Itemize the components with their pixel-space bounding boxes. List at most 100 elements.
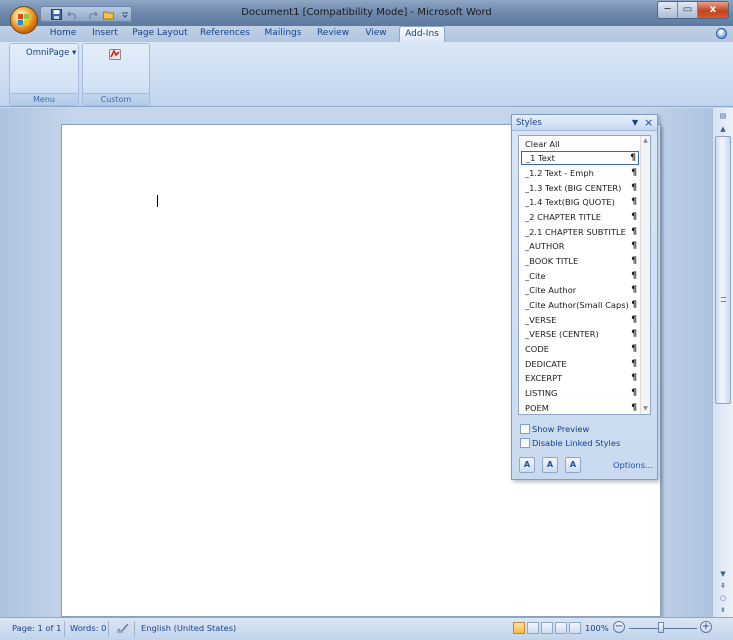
style-item[interactable]: _VERSE ¶ bbox=[521, 313, 639, 327]
window-title: Document1 [Compatibility Mode] - Microso… bbox=[241, 7, 492, 18]
office-button[interactable] bbox=[10, 6, 38, 34]
close-button[interactable]: x bbox=[698, 2, 728, 18]
outline-view-button[interactable] bbox=[555, 622, 567, 634]
style-item[interactable]: _2.1 CHAPTER SUBTITLE ¶ bbox=[521, 225, 639, 239]
style-inspector-icon: A bbox=[546, 460, 554, 469]
paragraph-style-icon: ¶ bbox=[630, 153, 636, 163]
style-inspector-button[interactable]: A bbox=[542, 457, 558, 473]
style-item[interactable]: Clear All bbox=[521, 137, 639, 151]
help-icon[interactable]: ? bbox=[716, 28, 727, 39]
word-count[interactable]: Words: 0 bbox=[70, 623, 106, 633]
show-preview-label: Show Preview bbox=[532, 424, 590, 434]
styles-pane-title: Styles bbox=[516, 118, 542, 128]
style-item[interactable]: _AUTHOR ¶ bbox=[521, 239, 639, 253]
scroll-up-icon[interactable]: ▲ bbox=[715, 123, 731, 136]
paragraph-style-icon: ¶ bbox=[631, 315, 637, 325]
status-divider bbox=[134, 621, 135, 637]
paragraph-style-icon: ¶ bbox=[631, 373, 637, 383]
style-item[interactable]: POEM ¶ bbox=[521, 401, 639, 414]
styles-pane-header: Styles ▼ × bbox=[512, 115, 657, 131]
paragraph-style-icon: ¶ bbox=[631, 168, 637, 178]
tab-page-layout[interactable]: Page Layout bbox=[130, 26, 190, 42]
zoom-in-icon[interactable]: + bbox=[700, 621, 712, 633]
new-style-button[interactable]: A bbox=[519, 457, 535, 473]
style-item[interactable]: _VERSE (CENTER) ¶ bbox=[521, 327, 639, 341]
ribbon-tab-bar: Home Insert Page Layout References Maili… bbox=[0, 26, 733, 42]
tab-home[interactable]: Home bbox=[44, 26, 82, 42]
manage-styles-icon: A bbox=[569, 460, 577, 469]
paragraph-style-icon: ¶ bbox=[631, 359, 637, 369]
title-bar: Document1 [Compatibility Mode] - Microso… bbox=[0, 0, 733, 26]
pane-close-icon[interactable]: × bbox=[644, 116, 653, 129]
tab-view[interactable]: View bbox=[358, 26, 394, 42]
style-item[interactable]: _1.2 Text - Emph ¶ bbox=[521, 166, 639, 180]
paragraph-style-icon: ¶ bbox=[631, 227, 637, 237]
minimize-button[interactable]: ─ bbox=[658, 2, 678, 18]
full-screen-reading-view-button[interactable] bbox=[527, 622, 539, 634]
text-cursor bbox=[157, 195, 158, 207]
paragraph-style-icon: ¶ bbox=[631, 241, 637, 251]
style-item[interactable]: LISTING ¶ bbox=[521, 386, 639, 400]
office-logo-icon bbox=[18, 14, 30, 26]
pane-menu-icon[interactable]: ▼ bbox=[632, 118, 638, 127]
page-count[interactable]: Page: 1 of 1 bbox=[12, 623, 61, 633]
tab-review[interactable]: Review bbox=[312, 26, 354, 42]
style-item[interactable]: _Cite Author(Small Caps) ¶ bbox=[521, 298, 639, 312]
style-item[interactable]: CODE ¶ bbox=[521, 342, 639, 356]
style-item[interactable]: _1.3 Text (BIG CENTER) ¶ bbox=[521, 181, 639, 195]
disable-linked-styles-label: Disable Linked Styles bbox=[532, 438, 621, 448]
minimize-icon: ─ bbox=[664, 4, 671, 15]
zoom-slider-thumb[interactable] bbox=[658, 622, 664, 633]
tab-mailings[interactable]: Mailings bbox=[259, 26, 307, 42]
draft-view-button[interactable] bbox=[569, 622, 581, 634]
status-bar: Page: 1 of 1 Words: 0 English (United St… bbox=[0, 617, 733, 640]
styles-list-scrollbar[interactable]: ▲ ▼ bbox=[640, 136, 650, 414]
paragraph-style-icon: ¶ bbox=[631, 197, 637, 207]
show-preview-checkbox[interactable] bbox=[520, 424, 530, 434]
tab-add-ins[interactable]: Add-Ins bbox=[399, 26, 445, 42]
tab-insert[interactable]: Insert bbox=[86, 26, 124, 42]
scroll-down-icon[interactable]: ▼ bbox=[641, 404, 650, 414]
group-label-menu-commands: Menu Commands bbox=[10, 93, 78, 116]
style-item[interactable]: _1 Text ¶ bbox=[521, 151, 639, 165]
disable-linked-styles-checkbox[interactable] bbox=[520, 438, 530, 448]
scroll-up-icon[interactable]: ▲ bbox=[641, 136, 650, 146]
zoom-out-icon[interactable]: − bbox=[613, 621, 625, 633]
group-label-custom-toolbars: Custom Toolbars bbox=[83, 93, 149, 116]
status-divider bbox=[108, 621, 109, 637]
paragraph-style-icon: ¶ bbox=[631, 300, 637, 310]
group-custom-toolbars: Custom Toolbars bbox=[82, 43, 150, 116]
options-link[interactable]: Options... bbox=[613, 460, 653, 470]
scrollbar-thumb[interactable] bbox=[715, 136, 731, 404]
restore-button[interactable]: ▭ bbox=[678, 2, 698, 18]
paragraph-style-icon: ¶ bbox=[631, 271, 637, 281]
paragraph-style-icon: ¶ bbox=[631, 256, 637, 266]
omnipage-toolbar-icon[interactable] bbox=[109, 49, 121, 60]
paragraph-style-icon: ¶ bbox=[631, 212, 637, 222]
style-item[interactable]: _Cite ¶ bbox=[521, 269, 639, 283]
styles-list[interactable]: Clear All _1 Text ¶ _1.2 Text - Emph ¶ _1.… bbox=[518, 135, 651, 415]
style-item[interactable]: DEDICATE ¶ bbox=[521, 357, 639, 371]
omnipage-button[interactable]: OmniPage ▾ bbox=[26, 48, 76, 58]
tab-references[interactable]: References bbox=[196, 26, 254, 42]
ruler-toggle-icon[interactable]: ▤ bbox=[715, 110, 731, 123]
window-controls: ─ ▭ x bbox=[657, 1, 729, 19]
web-layout-view-button[interactable] bbox=[541, 622, 553, 634]
language-indicator[interactable]: English (United States) bbox=[141, 623, 236, 633]
style-item[interactable]: _2 CHAPTER TITLE ¶ bbox=[521, 210, 639, 224]
next-page-icon[interactable]: ⇟ bbox=[715, 604, 731, 617]
style-item[interactable]: _1.4 Text(BIG QUOTE) ¶ bbox=[521, 195, 639, 209]
status-divider bbox=[64, 621, 65, 637]
group-menu-commands: OmniPage ▾ Menu Commands bbox=[9, 43, 79, 116]
zoom-level[interactable]: 100% bbox=[585, 623, 609, 633]
proofing-icon[interactable] bbox=[116, 622, 130, 634]
paragraph-style-icon: ¶ bbox=[631, 388, 637, 398]
vertical-scrollbar[interactable]: ▤ ▲ ▼ ⇞ ○ ⇟ bbox=[712, 108, 733, 617]
style-item[interactable]: _BOOK TITLE ¶ bbox=[521, 254, 639, 268]
restore-icon: ▭ bbox=[682, 4, 693, 15]
style-item[interactable]: EXCERPT ¶ bbox=[521, 371, 639, 385]
close-icon: x bbox=[709, 4, 717, 15]
print-layout-view-button[interactable] bbox=[513, 622, 525, 634]
manage-styles-button[interactable]: A bbox=[565, 457, 581, 473]
style-item[interactable]: _Cite Author ¶ bbox=[521, 283, 639, 297]
